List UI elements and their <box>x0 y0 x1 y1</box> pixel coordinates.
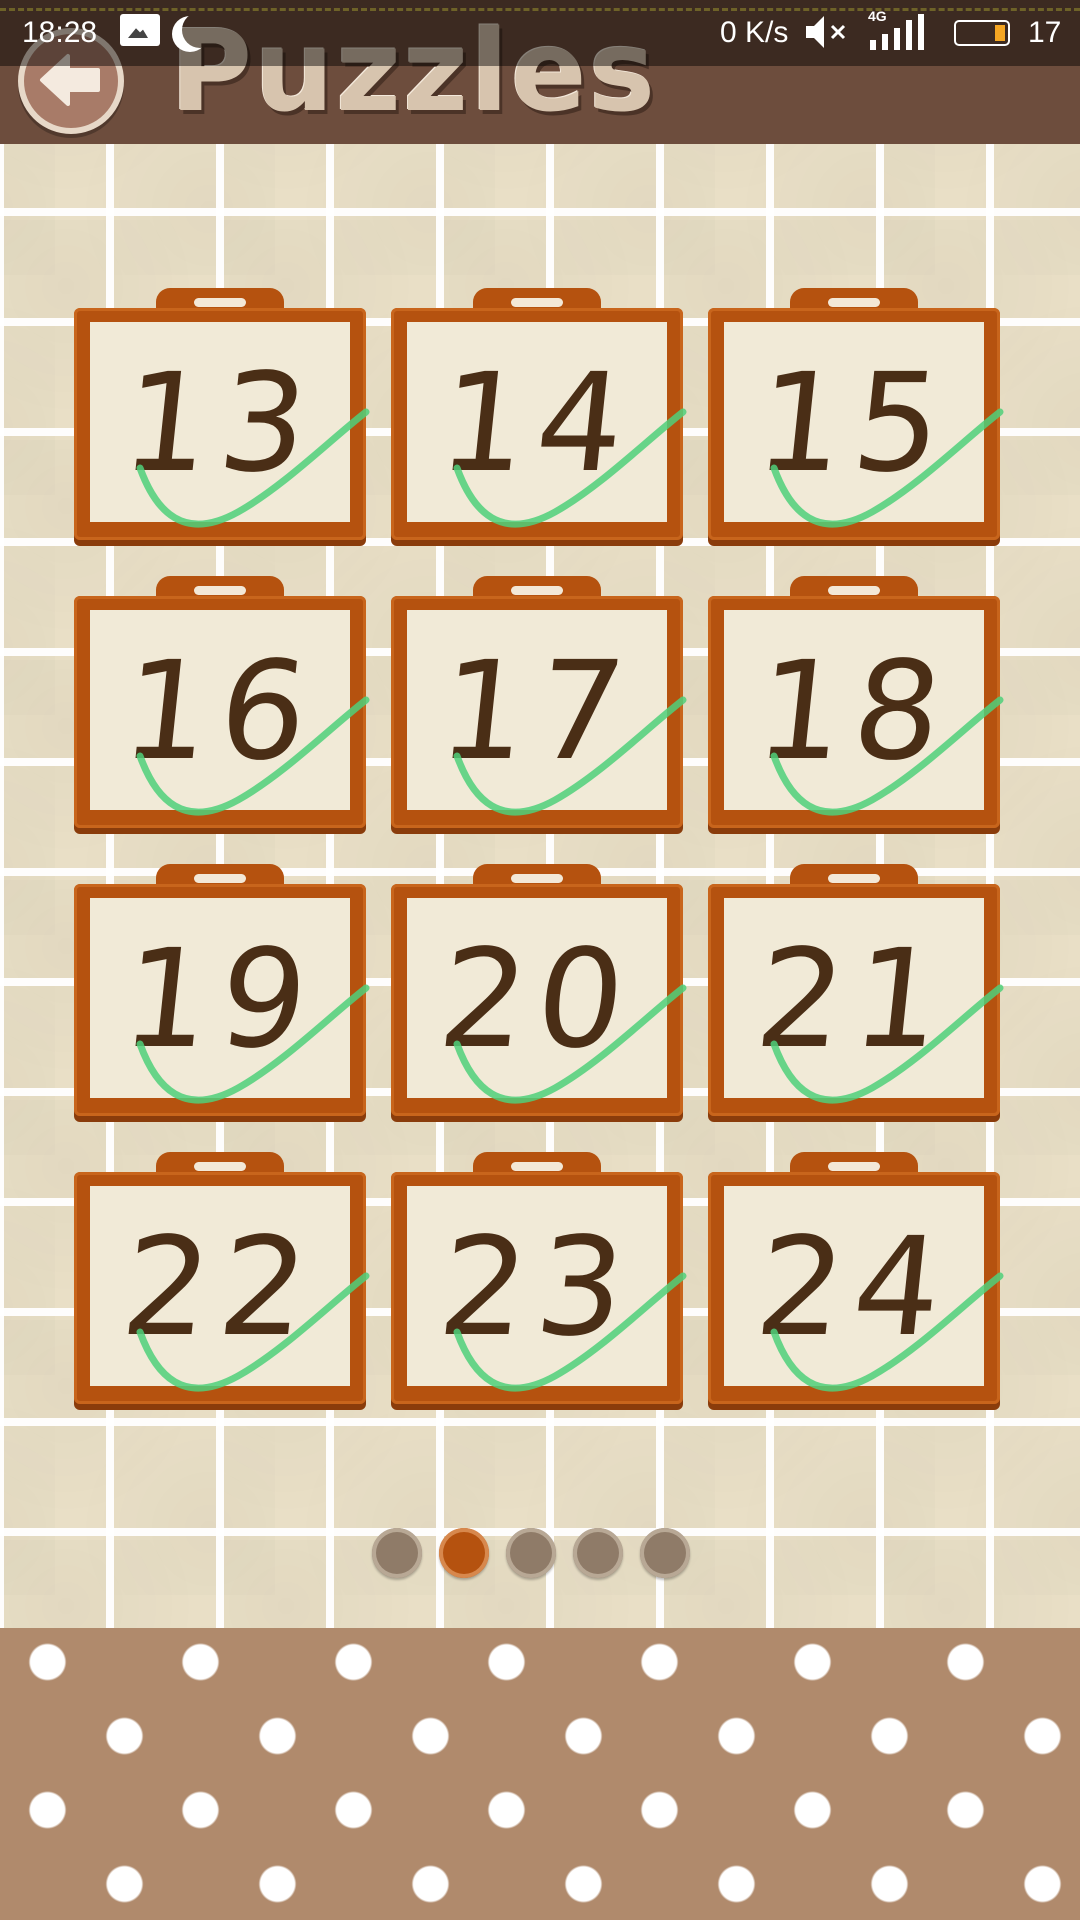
checkmark-icon <box>770 984 1004 1104</box>
level-card[interactable]: 17 <box>391 576 687 828</box>
level-card[interactable]: 18 <box>708 576 1004 828</box>
moon-icon <box>182 12 218 48</box>
level-card[interactable]: 21 <box>708 864 1004 1116</box>
pager-dot[interactable] <box>640 1528 690 1578</box>
card-frame: 23 <box>391 1172 687 1404</box>
battery-icon <box>954 20 1010 46</box>
checkmark-icon <box>136 408 370 528</box>
checkmark-icon <box>770 696 1004 816</box>
level-card[interactable]: 13 <box>74 288 370 540</box>
card-board: 13 <box>90 322 370 528</box>
battery-level: 17 <box>1028 16 1062 49</box>
mute-icon <box>806 16 846 48</box>
checkmark-icon <box>136 1272 370 1392</box>
checkmark-icon <box>136 696 370 816</box>
level-card[interactable]: 20 <box>391 864 687 1116</box>
card-frame: 20 <box>391 884 687 1116</box>
level-card[interactable]: 16 <box>74 576 370 828</box>
card-board: 15 <box>724 322 1004 528</box>
checkmark-icon <box>453 408 687 528</box>
page-indicator <box>372 1528 712 1580</box>
card-frame: 14 <box>391 308 687 540</box>
status-speed: 0 K/s <box>720 16 789 49</box>
checkmark-icon <box>453 1272 687 1392</box>
checkmark-icon <box>453 696 687 816</box>
pager-dot-active[interactable] <box>439 1528 489 1578</box>
card-frame: 17 <box>391 596 687 828</box>
card-frame: 21 <box>708 884 1004 1116</box>
pager-dot[interactable] <box>372 1528 422 1578</box>
status-bar: 18:28 0 K/s 4G 17 <box>0 0 1080 66</box>
card-frame: 18 <box>708 596 1004 828</box>
card-board: 16 <box>90 610 370 816</box>
polka-dot-footer <box>0 1628 1080 1920</box>
level-card[interactable]: 22 <box>74 1152 370 1404</box>
card-board: 24 <box>724 1186 1004 1392</box>
checkmark-icon <box>770 408 1004 528</box>
card-frame: 19 <box>74 884 370 1116</box>
card-board: 20 <box>407 898 687 1104</box>
level-card[interactable]: 19 <box>74 864 370 1116</box>
card-board: 17 <box>407 610 687 816</box>
level-card[interactable]: 15 <box>708 288 1004 540</box>
card-frame: 22 <box>74 1172 370 1404</box>
pager-dot[interactable] <box>573 1528 623 1578</box>
card-frame: 24 <box>708 1172 1004 1404</box>
card-board: 18 <box>724 610 1004 816</box>
level-card[interactable]: 23 <box>391 1152 687 1404</box>
level-card[interactable]: 24 <box>708 1152 1004 1404</box>
photo-icon <box>120 14 160 46</box>
checkmark-icon <box>453 984 687 1104</box>
level-card[interactable]: 14 <box>391 288 687 540</box>
card-board: 23 <box>407 1186 687 1392</box>
checkmark-icon <box>770 1272 1004 1392</box>
card-frame: 16 <box>74 596 370 828</box>
card-frame: 13 <box>74 308 370 540</box>
card-board: 14 <box>407 322 687 528</box>
pager-dot[interactable] <box>506 1528 556 1578</box>
status-time: 18:28 <box>22 16 98 49</box>
card-board: 22 <box>90 1186 370 1392</box>
card-frame: 15 <box>708 308 1004 540</box>
checkmark-icon <box>136 984 370 1104</box>
card-board: 19 <box>90 898 370 1104</box>
signal-icon <box>870 14 924 50</box>
card-board: 21 <box>724 898 1004 1104</box>
